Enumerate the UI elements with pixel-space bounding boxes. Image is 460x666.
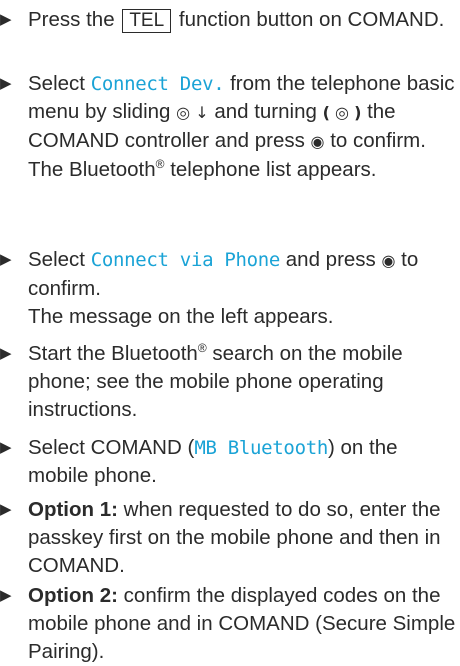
step-text: Press the xyxy=(28,8,115,31)
step-arrow-icon: ▶ xyxy=(0,251,12,268)
device-name-mb-bluetooth: MB Bluetooth xyxy=(194,437,328,459)
step-text: and turning xyxy=(214,100,317,123)
step-connect-dev: ▶ Select Connect Dev. from the telephone… xyxy=(0,70,458,184)
step-select-comand: ▶ Select COMAND (MB Bluetooth) on the mo… xyxy=(0,434,458,490)
controller-press-icon: ◉ xyxy=(381,251,396,270)
step-text: Select xyxy=(28,72,85,95)
step-arrow-icon: ▶ xyxy=(0,345,12,362)
step-text: Select COMAND ( xyxy=(28,436,195,459)
instruction-page: ▶ Press the TEL function button on COMAN… xyxy=(0,0,460,666)
step-text: to confirm. xyxy=(330,129,426,152)
step-text: function button on COMAND. xyxy=(178,8,445,31)
step-option-2: ▶ Option 2: confirm the displayed codes … xyxy=(0,582,458,666)
step-arrow-icon: ▶ xyxy=(0,439,12,456)
step-text: Start the Bluetooth xyxy=(28,342,198,365)
step-arrow-icon: ▶ xyxy=(0,587,12,604)
step-connect-via-phone: ▶ Select Connect via Phone and press ◉ t… xyxy=(0,246,458,331)
step-option-1: ▶ Option 1: when requested to do so, ent… xyxy=(0,496,458,580)
step-result: The Bluetooth® telephone list appears. xyxy=(28,157,377,181)
step-start-search: ▶ Start the Bluetooth® search on the mob… xyxy=(0,340,458,424)
step-text: Select xyxy=(28,248,85,271)
step-press-tel: ▶ Press the TEL function button on COMAN… xyxy=(0,6,458,34)
option-label: Option 1: xyxy=(28,498,118,521)
step-result: The message on the left appears. xyxy=(28,305,334,328)
registered-mark: ® xyxy=(197,341,207,355)
step-arrow-icon: ▶ xyxy=(0,75,12,92)
step-arrow-icon: ▶ xyxy=(0,11,12,28)
option-label: Option 2: xyxy=(28,584,118,607)
step-arrow-icon: ▶ xyxy=(0,501,12,518)
controller-turn-icon: ( ◎ ) xyxy=(322,103,362,122)
tel-key-label: TEL xyxy=(122,9,172,33)
menu-item-connect-via-phone: Connect via Phone xyxy=(90,249,281,271)
controller-press-icon: ◉ xyxy=(310,132,325,151)
menu-item-connect-dev: Connect Dev. xyxy=(90,73,225,95)
controller-slide-down-icon: ◎ ↓ xyxy=(176,103,209,122)
step-text: and press xyxy=(285,248,376,271)
